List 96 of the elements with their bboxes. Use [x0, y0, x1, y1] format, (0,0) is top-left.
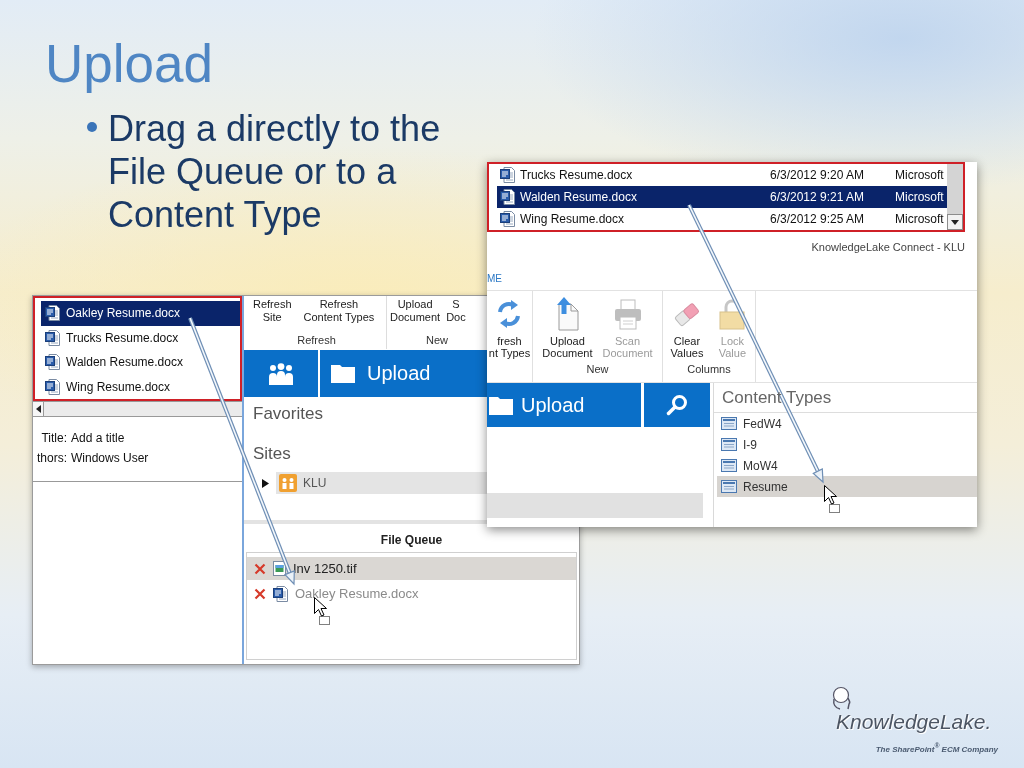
down-triangle-icon	[951, 219, 959, 225]
file-type: Microsoft	[895, 168, 944, 182]
queue-row[interactable]: Oakley Resume.docx	[247, 582, 576, 605]
scroll-left-button[interactable]	[33, 402, 44, 416]
people-tile[interactable]	[244, 350, 318, 397]
modified-date: 6/3/2012 9:21 AM	[770, 190, 866, 204]
document-icon	[45, 378, 60, 395]
expand-arrow-icon[interactable]	[262, 478, 269, 488]
folder-icon	[331, 364, 355, 383]
panel-heading: Content Types	[722, 387, 832, 408]
content-type-item[interactable]: FedW4	[717, 413, 977, 434]
search-icon	[666, 394, 688, 416]
property-value: Windows User	[71, 451, 149, 465]
form-icon	[721, 438, 737, 451]
document-icon	[45, 329, 60, 346]
search-tile[interactable]	[644, 383, 710, 427]
lock-icon	[717, 297, 748, 331]
document-icon	[45, 305, 60, 322]
bullet-text: Drag a directly to the File Queue or to a Content Type	[108, 107, 442, 236]
file-row[interactable]: Wing Resume.docx 6/3/2012 9:25 AM Microsoft	[497, 208, 947, 230]
modified-date: 6/3/2012 9:25 AM	[770, 212, 866, 226]
file-name: Wing Resume.docx	[520, 212, 625, 226]
site-tree-item[interactable]: KLU	[276, 472, 487, 494]
folder-icon	[489, 395, 513, 415]
file-type: Microsoft	[895, 190, 944, 204]
upload-tile[interactable]: Upload	[320, 350, 487, 397]
property-value: Add a title	[71, 431, 125, 445]
slide-title: Upload	[45, 33, 213, 94]
ribbon-button[interactable]: Upload Document	[387, 296, 444, 334]
file-row[interactable]: Walden Resume.docx 6/3/2012 9:21 AM Microsoft	[497, 186, 947, 208]
delete-icon[interactable]	[254, 587, 266, 600]
property-label: Title:	[40, 431, 67, 445]
file-name: Oakley Resume.docx	[66, 306, 181, 321]
ribbon-button[interactable]: S Doc	[443, 296, 469, 334]
content-type-item[interactable]: Resume	[717, 476, 977, 497]
content-type-name: I-9	[743, 437, 757, 452]
bullet-icon	[87, 122, 97, 132]
file-type: Microsoft	[895, 212, 944, 226]
content-type-item[interactable]: MoW4	[717, 455, 977, 476]
file-name: Walden Resume.docx	[66, 355, 183, 370]
form-icon	[721, 417, 737, 430]
favorites-heading: Favorites	[253, 403, 324, 425]
ribbon-group-label: Columns	[686, 363, 732, 377]
upload-tile[interactable]: Upload	[487, 383, 641, 427]
refresh-icon	[496, 297, 523, 331]
drag-cursor-icon	[824, 485, 841, 513]
document-icon	[500, 189, 515, 205]
ribbon-button[interactable]: Upload Document	[539, 291, 596, 363]
left-triangle-icon	[35, 405, 41, 413]
site-icon	[279, 474, 297, 492]
file-row[interactable]: Trucks Resume.docx	[41, 325, 240, 350]
form-icon	[721, 459, 737, 472]
queue-row[interactable]: Inv 1250.tif	[247, 557, 576, 580]
content-type-item[interactable]: I-9	[717, 434, 977, 455]
ribbon-button[interactable]: Refresh Content Types	[297, 296, 381, 334]
ribbon-button[interactable]: fresh nt Types	[488, 291, 531, 382]
file-name: Trucks Resume.docx	[66, 330, 179, 345]
logo-tagline: The SharePoint$^{®}$ ECM Company	[875, 741, 998, 755]
content-type-name: FedW4	[743, 416, 782, 431]
ribbon-button[interactable]: Clear Values	[667, 291, 707, 363]
site-name: KLU	[303, 476, 327, 490]
file-row[interactable]: Trucks Resume.docx 6/3/2012 9:20 AM Microsoft	[497, 164, 947, 186]
upload-document-icon	[554, 297, 581, 331]
queued-file-name: Oakley Resume.docx	[295, 586, 419, 601]
scroll-down-button[interactable]	[947, 214, 963, 230]
logo-wordmark: KnowledgeLake.	[836, 710, 992, 733]
file-name: Wing Resume.docx	[66, 379, 171, 394]
queued-file-name: Inv 1250.tif	[293, 561, 357, 576]
document-icon	[273, 585, 288, 602]
ribbon-button[interactable]: Refresh Site	[247, 296, 298, 334]
people-icon	[267, 362, 295, 385]
delete-icon[interactable]	[254, 562, 266, 575]
ribbon-group-label: Refresh	[296, 334, 337, 348]
modified-date: 6/3/2012 9:20 AM	[770, 168, 866, 182]
file-row[interactable]: Oakley Resume.docx	[41, 301, 240, 326]
app-title: KnowledgeLake Connect - KLU	[811, 241, 965, 253]
form-icon	[721, 480, 737, 493]
content-type-name: MoW4	[743, 458, 778, 473]
image-file-icon	[273, 561, 286, 576]
ribbon-group-label: New	[425, 334, 449, 348]
ribbon-tab[interactable]: ME	[487, 273, 502, 285]
horizontal-scrollbar[interactable]	[33, 401, 242, 417]
ribbon-group-label: New	[585, 363, 610, 377]
file-row[interactable]: Walden Resume.docx	[41, 350, 240, 375]
file-row[interactable]: Wing Resume.docx	[41, 374, 240, 399]
vertical-scrollbar[interactable]	[947, 164, 963, 230]
document-icon	[500, 167, 515, 183]
file-name: Trucks Resume.docx	[520, 168, 633, 182]
file-name: Walden Resume.docx	[520, 190, 637, 204]
property-label: thors:	[36, 451, 67, 465]
file-queue-heading: File Queue	[379, 532, 444, 548]
document-icon	[500, 211, 515, 227]
printer-icon	[612, 297, 643, 331]
sites-heading: Sites	[253, 443, 292, 465]
content-type-name: Resume	[743, 479, 788, 494]
document-icon	[45, 354, 60, 371]
